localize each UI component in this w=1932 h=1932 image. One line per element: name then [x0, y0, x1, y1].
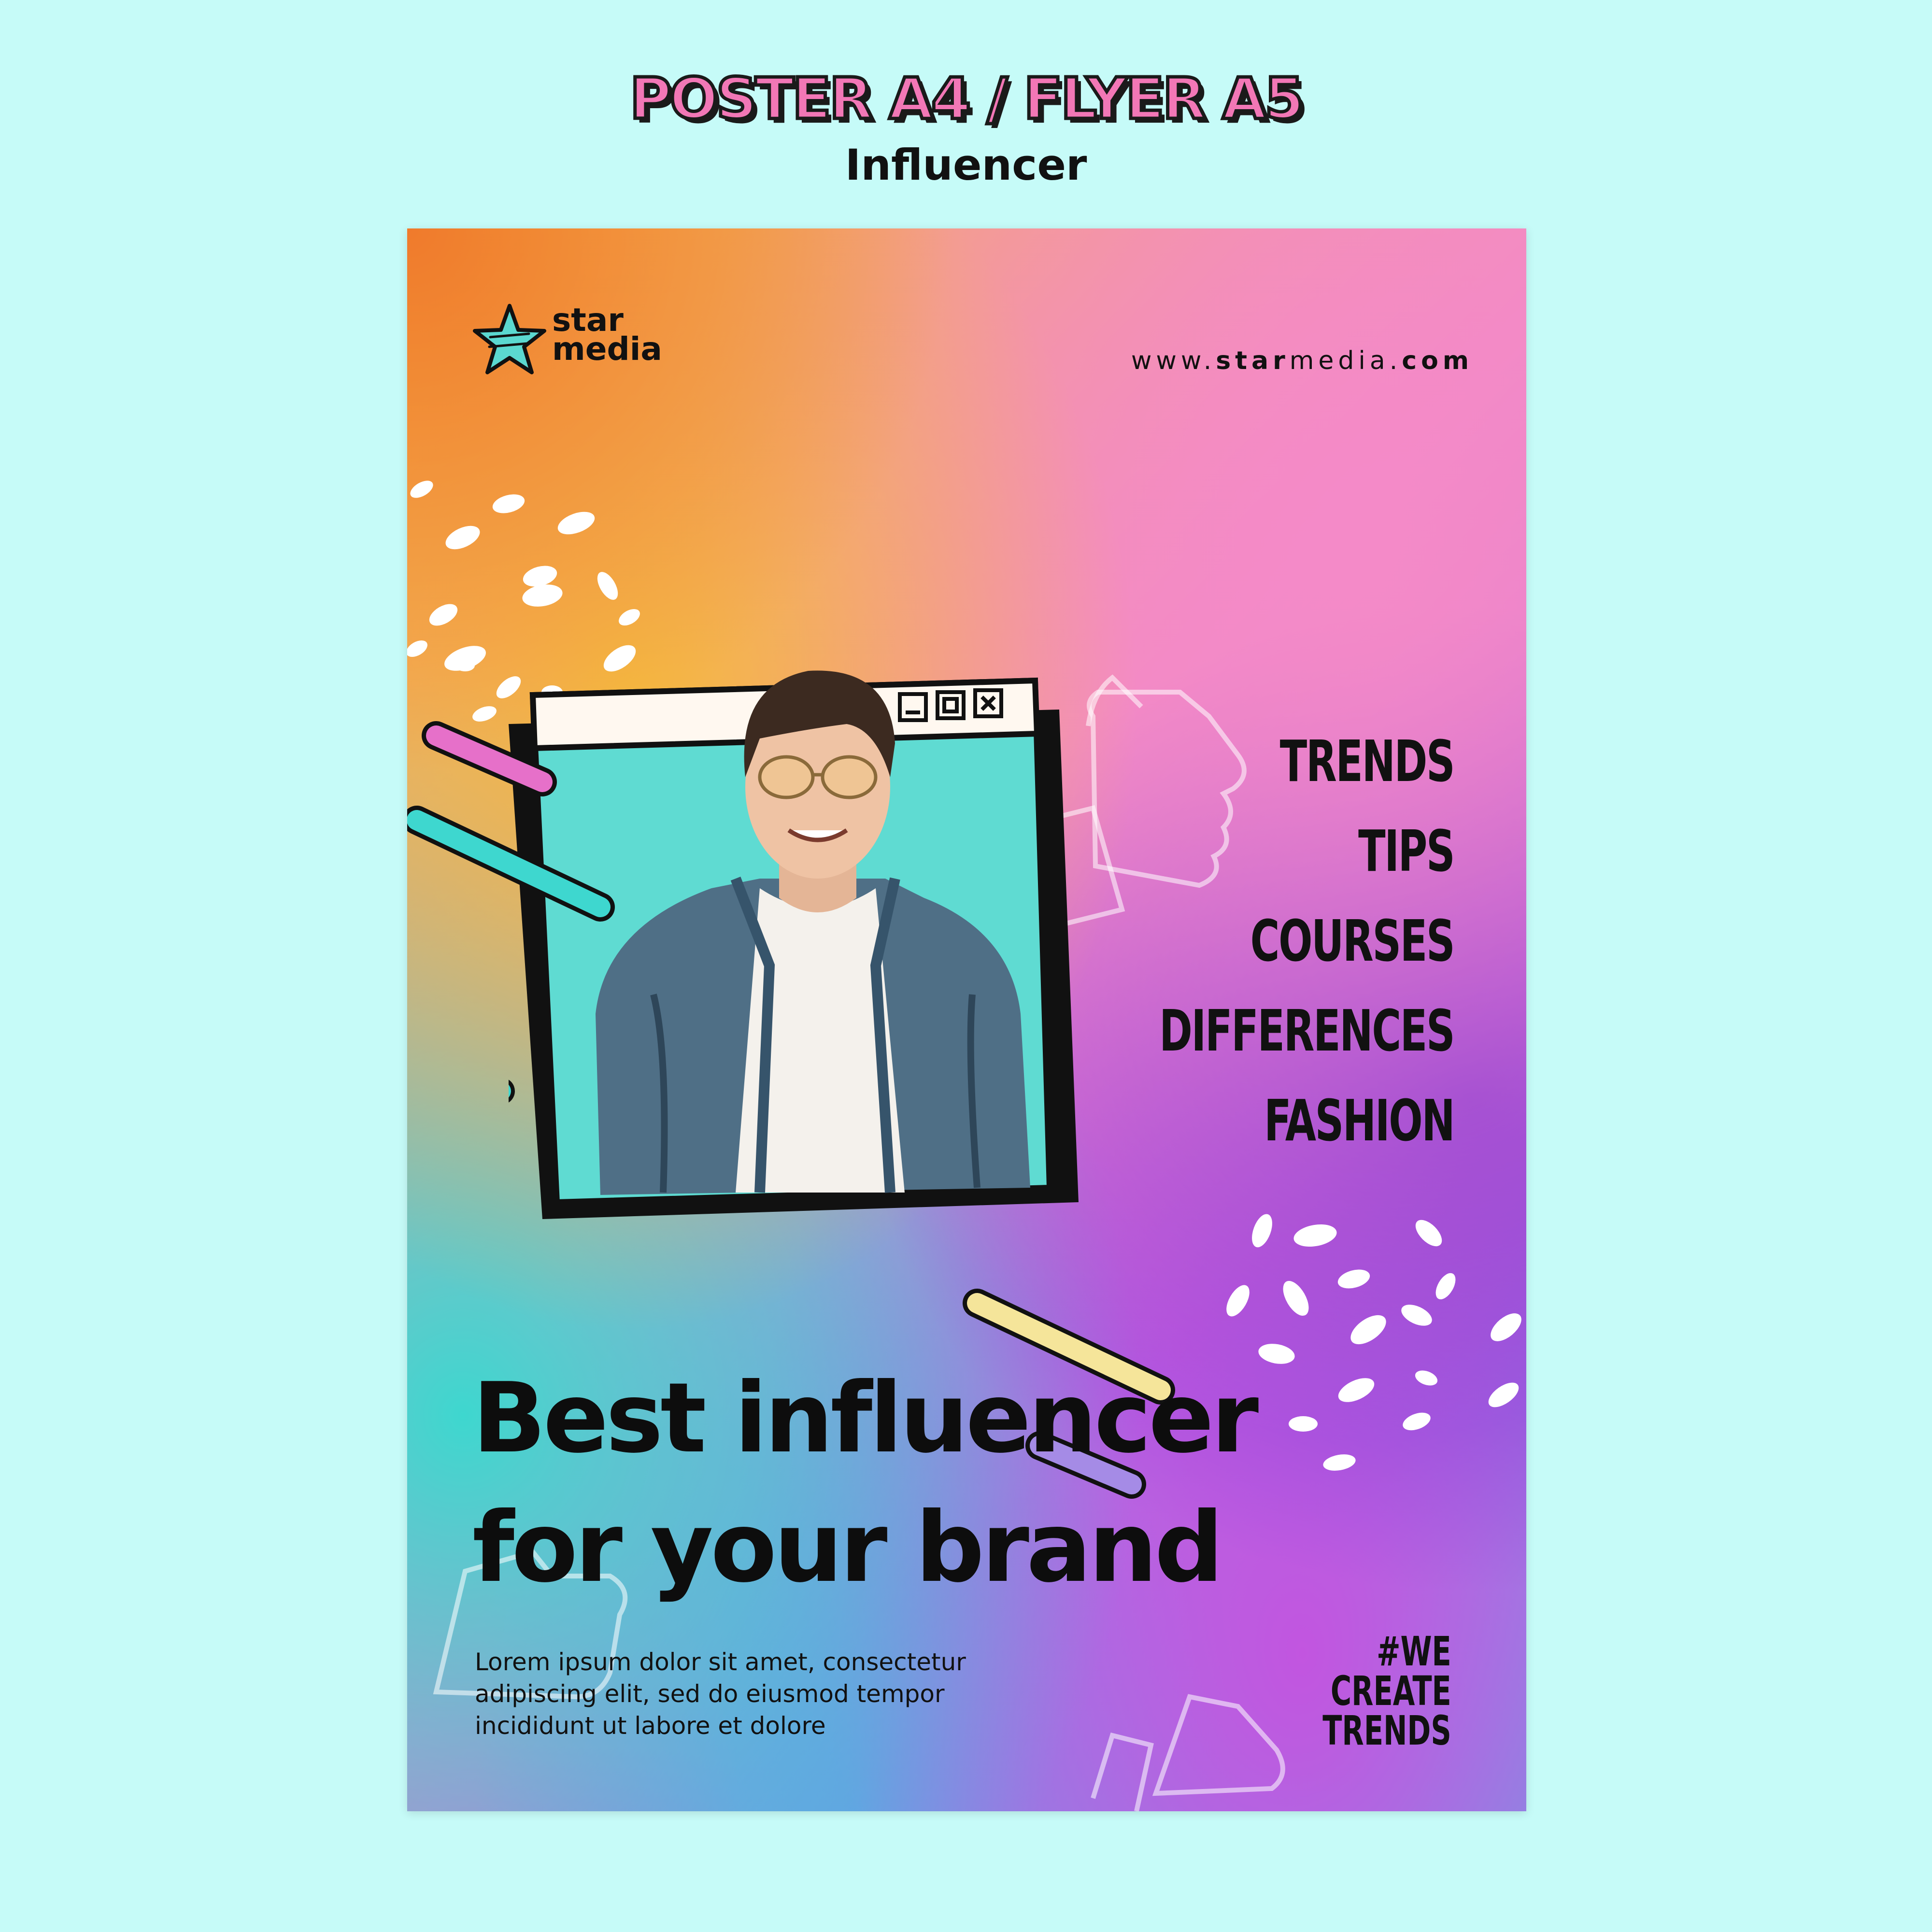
topics-list: TRENDS TIPS COURSES DIFFERENCES FASHION — [1076, 716, 1455, 1165]
topic-fashion: FASHION — [1264, 1087, 1455, 1154]
poster: star media www.starmedia.com TRENDS TIPS… — [407, 228, 1526, 1811]
page-title: POSTER A4 / FLYER A5 — [628, 64, 1306, 134]
body-line-1: Lorem ipsum dolor sit amet, consectetur — [475, 1648, 966, 1676]
page-subtitle: Influencer — [845, 140, 1087, 190]
headline-line-1: Best influencer — [472, 1362, 1259, 1475]
hashtag: #WE CREATE TRENDS — [1322, 1628, 1451, 1754]
hashtag-line-1: #WE — [1377, 1628, 1451, 1675]
topic-tips: TIPS — [1358, 818, 1455, 884]
topic-courses: COURSES — [1250, 908, 1455, 974]
hashtag-line-2: CREATE — [1331, 1667, 1451, 1715]
hashtag-line-3: TRENDS — [1322, 1707, 1451, 1754]
body-line-2: adipiscing elit, sed do eiusmod tempor — [475, 1680, 945, 1708]
topic-trends: TRENDS — [1279, 728, 1455, 795]
body-text: Lorem ipsum dolor sit amet, consectetur … — [475, 1646, 1054, 1742]
headline-line-2: for your brand — [472, 1492, 1223, 1604]
headline: Best influencer for your brand — [472, 1354, 1259, 1613]
body-line-3: incididunt ut labore et dolore — [475, 1712, 826, 1740]
topic-differences: DIFFERENCES — [1159, 997, 1455, 1064]
